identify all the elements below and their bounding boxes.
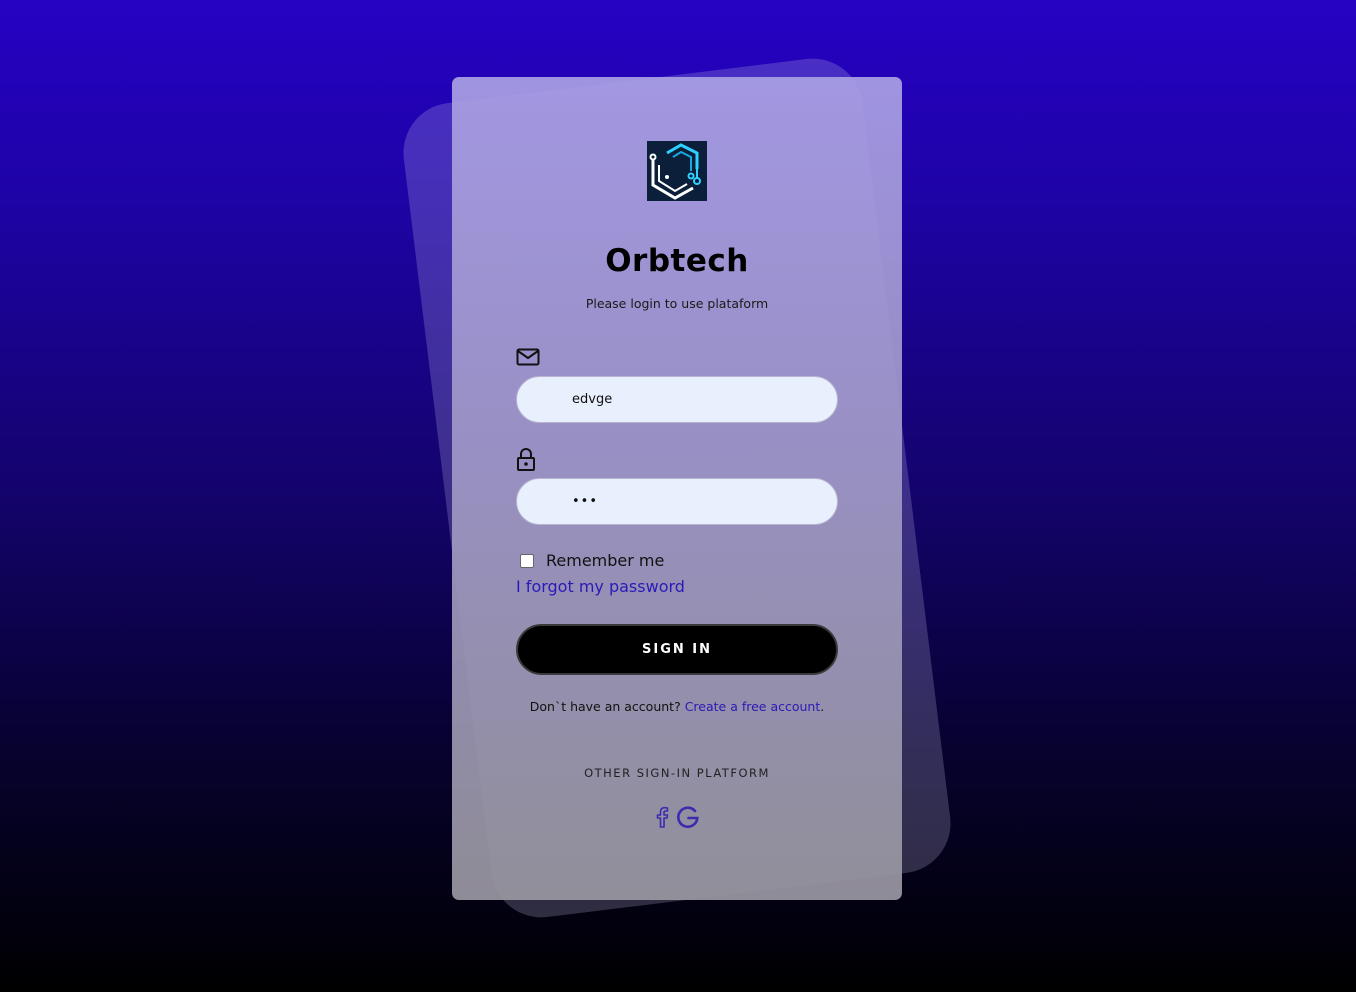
other-platforms-heading: OTHER SIGN-IN PLATFORM <box>584 766 770 780</box>
social-login-row <box>452 805 902 833</box>
orbtech-logo <box>647 141 707 201</box>
signup-prompt-text: Don`t have an account? <box>529 699 681 714</box>
signup-prompt: Don`t have an account? Create a free acc… <box>452 699 902 714</box>
forgot-password-link[interactable]: I forgot my password <box>516 577 685 596</box>
remember-me-label: Remember me <box>546 551 665 570</box>
signup-suffix: . <box>820 699 825 714</box>
login-card: Orbtech Please login to use plataform Re… <box>452 77 902 900</box>
facebook-icon[interactable] <box>654 806 670 832</box>
password-field[interactable] <box>516 478 838 525</box>
app-subtitle: Please login to use plataform <box>585 296 769 311</box>
sign-in-button[interactable]: SIGN IN <box>516 624 838 675</box>
lock-icon <box>516 448 536 476</box>
create-account-link[interactable]: Create a free account <box>685 699 821 714</box>
google-icon[interactable] <box>676 805 700 833</box>
email-field[interactable] <box>516 376 838 423</box>
app-title: Orbtech <box>605 243 749 279</box>
remember-me-checkbox[interactable] <box>520 553 534 568</box>
remember-me-row[interactable]: Remember me <box>520 551 664 570</box>
mail-icon <box>516 348 540 370</box>
